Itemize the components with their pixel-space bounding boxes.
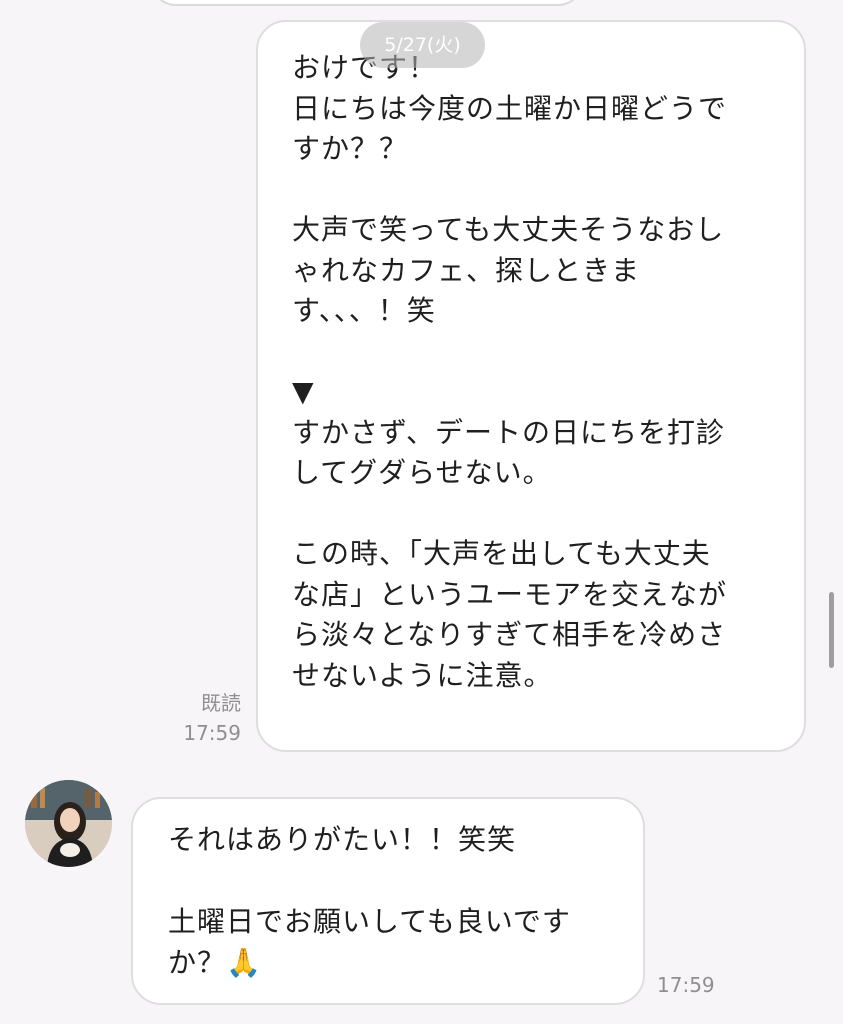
read-receipt: 既読 bbox=[201, 691, 241, 715]
contact-avatar[interactable] bbox=[25, 780, 112, 867]
scrollbar-thumb[interactable] bbox=[829, 592, 834, 668]
date-separator-pill: 5/27(火) bbox=[360, 22, 485, 68]
avatar-image bbox=[25, 780, 112, 867]
previous-message-bubble bbox=[150, 0, 584, 6]
outgoing-message-text: おけです！ 日にちは今度の土曜か日曜どうで すか？？ 大声で笑っても大丈夫そうな… bbox=[292, 51, 728, 692]
incoming-message-bubble[interactable]: それはありがたい！！笑笑 土曜日でお願いしても良いです か？🙏 bbox=[131, 797, 645, 1005]
outgoing-timestamp: 17:59 bbox=[183, 721, 241, 745]
outgoing-message-bubble[interactable]: おけです！ 日にちは今度の土曜か日曜どうで すか？？ 大声で笑っても大丈夫そうな… bbox=[256, 20, 806, 752]
incoming-timestamp: 17:59 bbox=[657, 973, 715, 997]
outgoing-message-meta: 既読 17:59 bbox=[183, 688, 241, 748]
incoming-message-text: それはありがたい！！笑笑 土曜日でお願いしても良いです か？🙏 bbox=[168, 823, 571, 979]
